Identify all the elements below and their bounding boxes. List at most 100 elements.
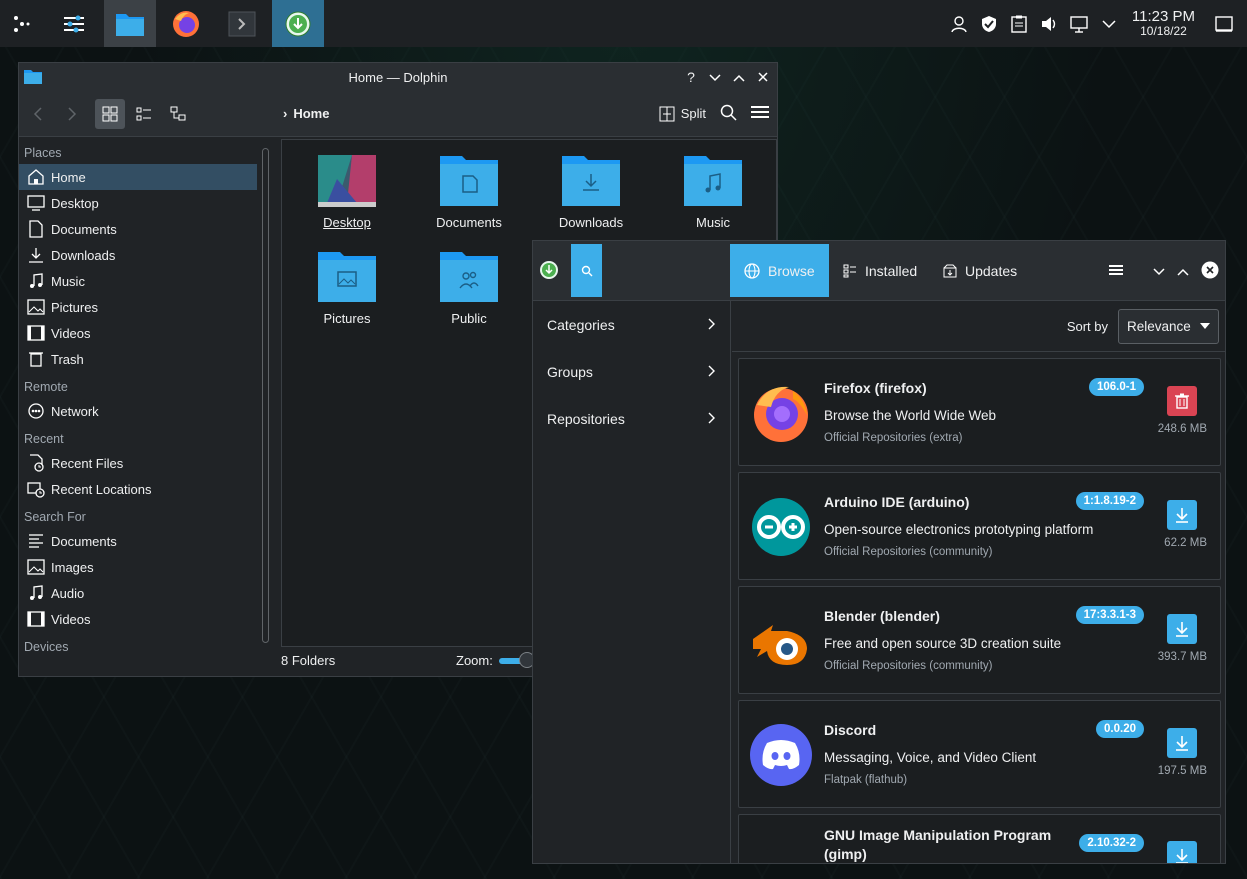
- places-item-audio[interactable]: Audio: [19, 580, 257, 606]
- tab-installed[interactable]: Installed: [829, 244, 931, 297]
- taskbar-dolphin[interactable]: [104, 0, 156, 47]
- install-button[interactable]: [1167, 614, 1197, 644]
- sidebar-item-label: Groups: [547, 363, 593, 380]
- sort-select[interactable]: Relevance: [1118, 308, 1219, 344]
- folder-desktop[interactable]: Desktop: [297, 154, 397, 230]
- music-icon: [27, 272, 45, 290]
- places-item-documents[interactable]: Documents: [19, 528, 257, 554]
- places-item-network[interactable]: Network: [19, 398, 257, 424]
- search-icon: [581, 265, 592, 276]
- remove-button[interactable]: [1167, 386, 1197, 416]
- folder-pictures[interactable]: Pictures: [297, 250, 397, 326]
- network-icon[interactable]: [1064, 0, 1094, 47]
- places-item-label: Home: [51, 169, 86, 185]
- taskbar-discover[interactable]: [272, 0, 324, 47]
- app-description: Browse the World Wide Web: [824, 408, 997, 423]
- clipboard-icon[interactable]: [1004, 0, 1034, 47]
- app-repository: Flatpak (flathub): [824, 774, 908, 786]
- folder-music-icon: [684, 156, 742, 206]
- taskbar-terminal[interactable]: [216, 0, 268, 47]
- places-item-home[interactable]: Home: [19, 164, 257, 190]
- places-item-recent-locations[interactable]: Recent Locations: [19, 476, 257, 502]
- minimize-button[interactable]: [1153, 264, 1165, 279]
- discover-logo-icon: [540, 261, 558, 279]
- taskbar-firefox[interactable]: [160, 0, 212, 47]
- places-item-label: Trash: [51, 351, 84, 367]
- sidebar-item-repositories[interactable]: Repositories: [533, 395, 730, 442]
- digital-clock[interactable]: 11:23 PM 10/18/22: [1132, 9, 1195, 38]
- places-item-downloads[interactable]: Downloads: [19, 242, 257, 268]
- close-button[interactable]: [755, 69, 771, 85]
- app-name: Firefox (firefox): [824, 380, 927, 396]
- show-desktop-icon[interactable]: [1209, 0, 1239, 47]
- minimize-button[interactable]: [707, 69, 723, 85]
- places-scrollbar[interactable]: [262, 148, 269, 643]
- maximize-button[interactable]: [731, 69, 747, 85]
- places-item-music[interactable]: Music: [19, 268, 257, 294]
- places-item-label: Audio: [51, 585, 85, 601]
- help-button[interactable]: ?: [683, 69, 699, 85]
- places-item-images[interactable]: Images: [19, 554, 257, 580]
- folder-music[interactable]: Music: [663, 154, 763, 230]
- sidebar-item-groups[interactable]: Groups: [533, 348, 730, 395]
- chevron-down-icon[interactable]: [1094, 0, 1124, 47]
- taskbar-system-settings[interactable]: [48, 0, 100, 47]
- blender-icon: [753, 625, 807, 665]
- install-button[interactable]: [1167, 841, 1197, 863]
- hamburger-menu-button[interactable]: [751, 105, 769, 122]
- places-item-trash[interactable]: Trash: [19, 346, 257, 372]
- places-item-videos[interactable]: Videos: [19, 320, 257, 346]
- places-item-pictures[interactable]: Pictures: [19, 294, 257, 320]
- folder-public[interactable]: Public: [419, 250, 519, 326]
- details-view-button[interactable]: [163, 99, 193, 129]
- compact-view-button[interactable]: [129, 99, 159, 129]
- sort-label: Sort by: [1066, 318, 1108, 334]
- folder-downloads[interactable]: Downloads: [541, 154, 641, 230]
- places-item-label: Images: [51, 559, 94, 575]
- install-button[interactable]: [1167, 500, 1197, 530]
- dolphin-titlebar[interactable]: Home — Dolphin ?: [19, 63, 777, 91]
- breadcrumb-home[interactable]: Home: [293, 106, 329, 121]
- folder-label: Public: [451, 311, 487, 326]
- back-button[interactable]: [23, 99, 53, 129]
- hamburger-icon: [1109, 264, 1123, 275]
- places-panel: Places Home Desktop Documents Downloads Music…: [19, 138, 257, 676]
- places-item-documents[interactable]: Documents: [19, 216, 257, 242]
- split-button[interactable]: Split: [659, 106, 706, 122]
- places-item-desktop[interactable]: Desktop: [19, 190, 257, 216]
- recent-files-icon: [27, 454, 45, 472]
- sidebar-item-categories[interactable]: Categories: [533, 301, 730, 348]
- maximize-button[interactable]: [1177, 264, 1189, 279]
- icons-view-button[interactable]: [95, 98, 125, 129]
- app-card-discord[interactable]: Discord Messaging, Voice, and Video Clie…: [738, 700, 1221, 808]
- app-card-arduino[interactable]: Arduino IDE (arduino) Open-source electr…: [738, 472, 1221, 580]
- search-button[interactable]: [720, 104, 737, 124]
- installed-list-icon: [843, 264, 856, 277]
- shield-icon[interactable]: [974, 0, 1004, 47]
- places-item-videos[interactable]: Videos: [19, 606, 257, 632]
- forward-button[interactable]: [57, 99, 87, 129]
- install-button[interactable]: [1167, 728, 1197, 758]
- tab-updates[interactable]: Updates: [929, 244, 1031, 297]
- volume-icon[interactable]: [1034, 0, 1064, 47]
- close-button[interactable]: [1201, 261, 1219, 282]
- discover-search-button[interactable]: [571, 244, 602, 297]
- chevron-right-icon: ›: [283, 106, 288, 121]
- user-icon[interactable]: [944, 0, 974, 47]
- right-toolbar: Split: [659, 104, 769, 124]
- tab-browse[interactable]: Browse: [730, 244, 829, 297]
- app-card-firefox[interactable]: Firefox (firefox) Browse the World Wide …: [738, 358, 1221, 466]
- hamburger-menu-button[interactable]: [1109, 264, 1123, 279]
- breadcrumb[interactable]: › Home: [283, 106, 329, 121]
- folder-documents[interactable]: Documents: [419, 154, 519, 230]
- app-launcher-button[interactable]: [0, 0, 44, 47]
- clock-date: 10/18/22: [1140, 23, 1187, 38]
- app-repository: Official Repositories (extra): [824, 432, 963, 444]
- arduino-icon: [752, 498, 810, 556]
- app-card-gimp[interactable]: GNU Image Manipulation Program (gimp) 2.…: [738, 814, 1221, 863]
- folder-pictures-icon: [318, 252, 376, 302]
- places-item-recent-files[interactable]: Recent Files: [19, 450, 257, 476]
- tab-installed-label: Installed: [865, 262, 918, 279]
- app-card-blender[interactable]: Blender (blender) Free and open source 3…: [738, 586, 1221, 694]
- places-item-label: Videos: [51, 325, 91, 341]
